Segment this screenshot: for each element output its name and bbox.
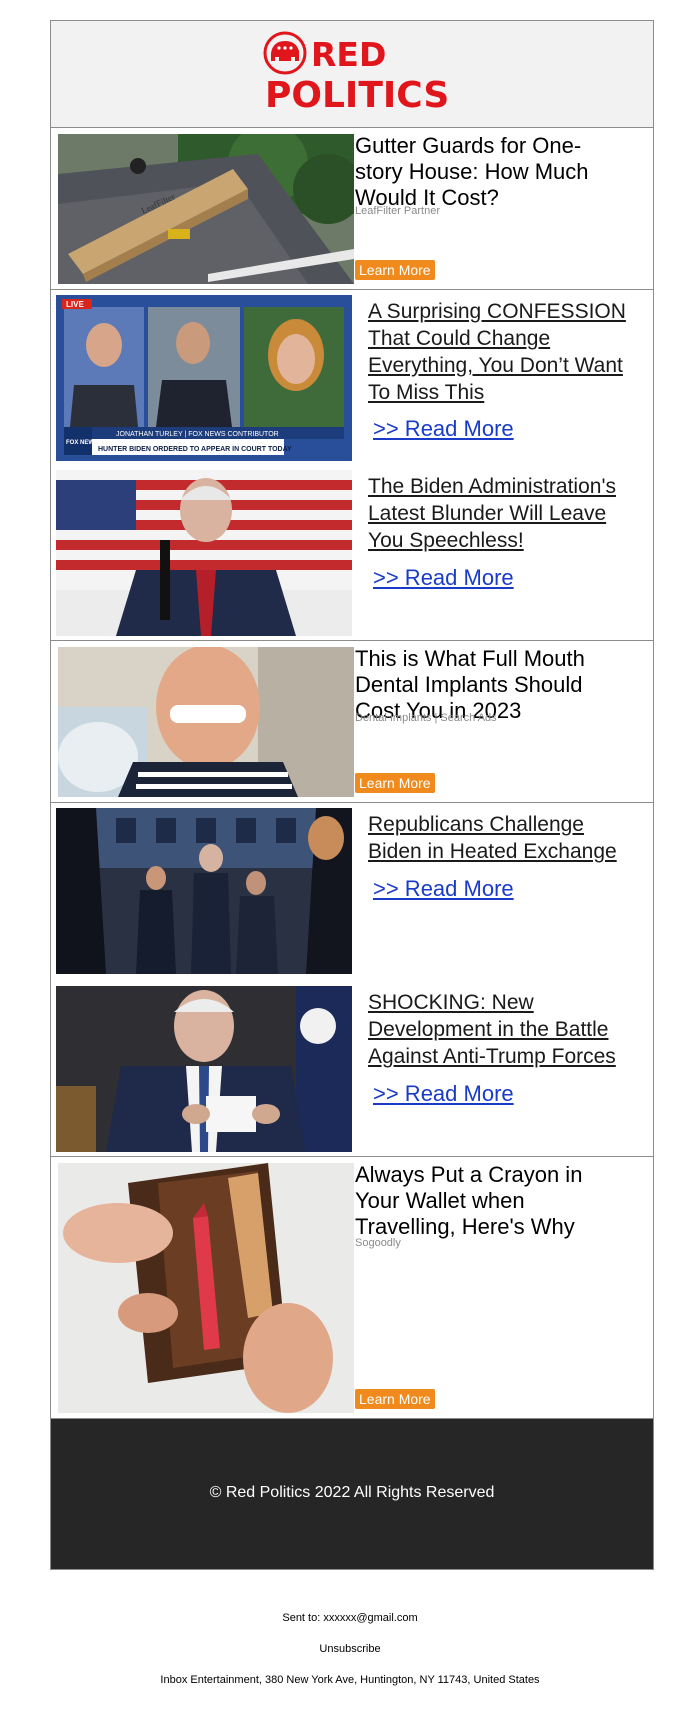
sent-to-label: Sent to: bbox=[282, 1612, 321, 1624]
story-item: The Biden Administration's Latest Blunde… bbox=[56, 470, 646, 636]
news-broadcast-photo[interactable]: LIVE JONATHAN TURLEY | FOX NEWS CONTRIBU… bbox=[56, 295, 352, 461]
ad-title[interactable]: Gutter Guards for One-story House: How M… bbox=[355, 133, 615, 211]
wallet-crayon-photo[interactable] bbox=[58, 1163, 354, 1413]
ad-source: Sogoodly bbox=[355, 1237, 401, 1249]
sponsored-ad: Always Put a Crayon in Your Wallet when … bbox=[51, 1157, 653, 1419]
man-reading-card-photo[interactable] bbox=[56, 986, 352, 1152]
story-title[interactable]: SHOCKING: New Development in the Battle … bbox=[368, 989, 640, 1070]
speaker-flag-photo[interactable] bbox=[56, 470, 352, 636]
ad-source: LeafFilter Partner bbox=[355, 205, 440, 217]
live-label: LIVE bbox=[66, 300, 84, 309]
story-title[interactable]: The Biden Administration's Latest Blunde… bbox=[368, 473, 640, 554]
email-container: RED POLITICS LeafFilter Gutter Guards fo… bbox=[50, 20, 654, 1570]
story-item: SHOCKING: New Development in the Battle … bbox=[56, 986, 646, 1152]
read-more-link[interactable]: >> Read More bbox=[373, 1081, 514, 1107]
tv-name-chyron: JONATHAN TURLEY | FOX NEWS CONTRIBUTOR bbox=[116, 431, 279, 438]
smiling-man-dental-chair-photo[interactable] bbox=[58, 647, 354, 797]
sent-to-email: xxxxxx@gmail.com bbox=[323, 1612, 418, 1624]
network-logo: FOX NEWS bbox=[66, 440, 98, 446]
brand-name-line1: RED bbox=[311, 35, 386, 74]
unsubscribe-link[interactable]: Unsubscribe bbox=[0, 1643, 700, 1655]
sponsored-ad: LeafFilter Gutter Guards for One-story H… bbox=[51, 128, 653, 290]
brand-name-line2: POLITICS bbox=[265, 75, 449, 116]
roof-gutter-box-photo[interactable]: LeafFilter bbox=[58, 134, 354, 284]
story-item: Republicans Challenge Biden in Heated Ex… bbox=[56, 808, 646, 974]
learn-more-button[interactable]: Learn More bbox=[355, 260, 435, 280]
ad-title[interactable]: Always Put a Crayon in Your Wallet when … bbox=[355, 1162, 615, 1240]
ad-source: Dental Implants | Search Ads bbox=[355, 712, 497, 724]
email-footer: © Red Politics 2022 All Rights Reserved bbox=[51, 1419, 653, 1569]
elephant-icon bbox=[263, 31, 307, 75]
read-more-link[interactable]: >> Read More bbox=[373, 416, 514, 442]
learn-more-button[interactable]: Learn More bbox=[355, 773, 435, 793]
learn-more-button[interactable]: Learn More bbox=[355, 1389, 435, 1409]
story-item: LIVE JONATHAN TURLEY | FOX NEWS CONTRIBU… bbox=[56, 295, 646, 461]
story-title[interactable]: Republicans Challenge Biden in Heated Ex… bbox=[368, 811, 640, 865]
story-title[interactable]: A Surprising CONFESSION That Could Chang… bbox=[368, 298, 640, 406]
story-block: Republicans Challenge Biden in Heated Ex… bbox=[51, 803, 653, 1157]
red-politics-logo[interactable]: RED POLITICS bbox=[263, 31, 463, 117]
sponsored-ad: This is What Full Mouth Dental Implants … bbox=[51, 641, 653, 803]
copyright-text: © Red Politics 2022 All Rights Reserved bbox=[209, 1484, 495, 1501]
tv-headline-chyron: HUNTER BIDEN ORDERED TO APPEAR IN COURT … bbox=[98, 446, 292, 453]
email-header: RED POLITICS bbox=[51, 21, 653, 128]
chamber-crowd-photo[interactable] bbox=[56, 808, 352, 974]
company-address: Inbox Entertainment, 380 New York Ave, H… bbox=[160, 1674, 540, 1686]
read-more-link[interactable]: >> Read More bbox=[373, 565, 514, 591]
read-more-link[interactable]: >> Read More bbox=[373, 876, 514, 902]
sent-to-line: Sent to: xxxxxx@gmail.com bbox=[0, 1612, 700, 1624]
story-block: LIVE JONATHAN TURLEY | FOX NEWS CONTRIBU… bbox=[51, 290, 653, 641]
